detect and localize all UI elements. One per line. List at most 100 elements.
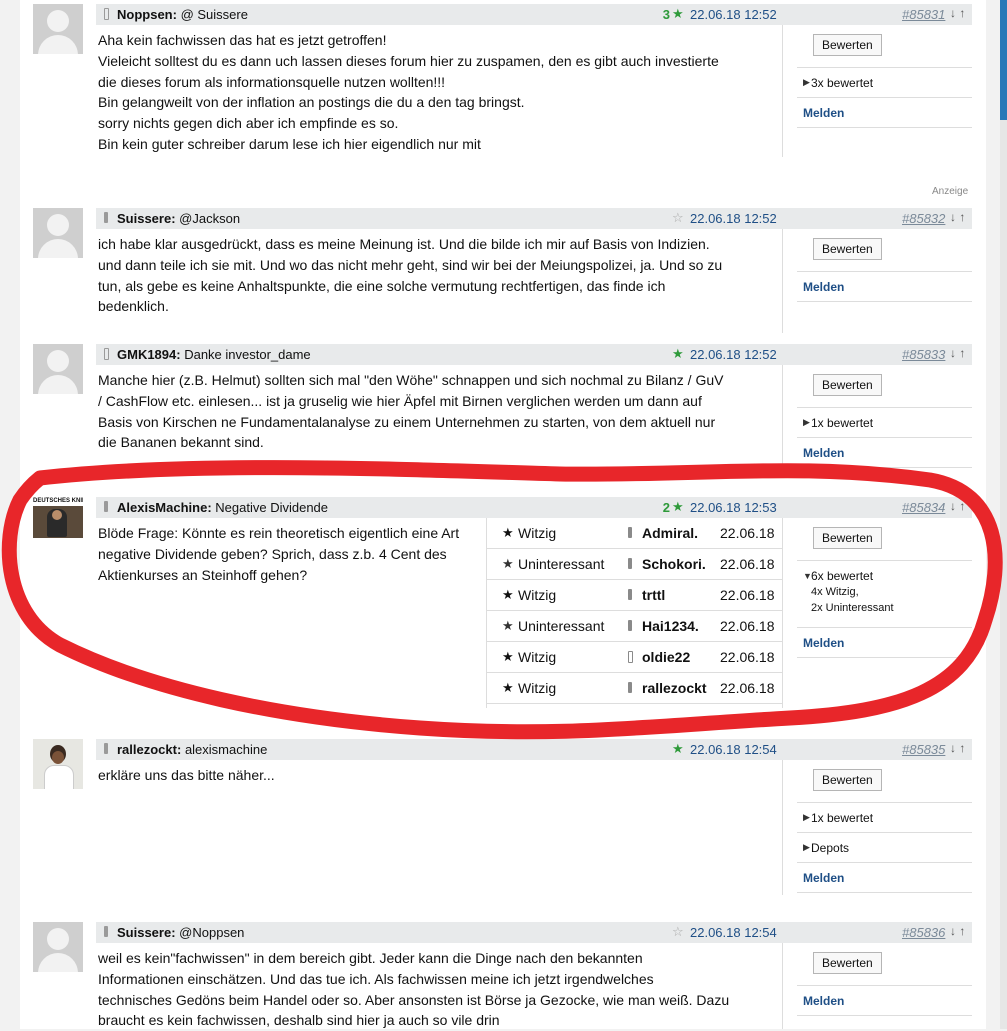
rating-user[interactable]: Hai1234. xyxy=(642,618,699,634)
post-author[interactable]: AlexisMachine: Negative Dividende xyxy=(117,500,328,515)
rate-button[interactable]: Bewerten xyxy=(813,769,882,791)
rated-toggle[interactable]: ▶ 1x bewertet xyxy=(797,803,972,833)
post-body: erkläre uns das bitte näher... xyxy=(98,767,275,783)
post-author[interactable]: GMK1894: Danke investor_dame xyxy=(117,347,311,362)
mobile-icon xyxy=(104,348,109,360)
caret-right-icon: ▶ xyxy=(803,77,810,87)
post-id-link[interactable]: #85832 xyxy=(902,211,945,226)
mobile-icon xyxy=(104,212,108,223)
post-date: 22.06.18 12:52 xyxy=(690,347,777,362)
mobile-icon xyxy=(628,651,633,663)
star-icon: ★ xyxy=(502,649,514,664)
star-icon: ★ xyxy=(672,346,684,361)
rating-user[interactable]: oldie22 xyxy=(642,649,690,665)
post-id-link[interactable]: #85831 xyxy=(902,7,945,22)
rating-row: ★ Witzig trttl 22.06.18 xyxy=(486,580,782,611)
divider xyxy=(782,518,783,708)
caret-right-icon: ▶ xyxy=(803,417,810,427)
post-sidebar: Bewerten ▼ 6x bewertet 4x Witzig, 2x Uni… xyxy=(797,518,972,658)
divider xyxy=(782,229,783,333)
star-icon: ★ xyxy=(502,587,514,602)
post-date: 22.06.18 12:53 xyxy=(690,500,777,515)
nav-arrows[interactable]: ↓ ↑ xyxy=(950,346,965,360)
caret-right-icon: ▶ xyxy=(803,812,810,822)
post-sidebar: Bewerten Melden xyxy=(797,229,972,302)
divider xyxy=(782,25,783,157)
post-author[interactable]: rallezockt: alexismachine xyxy=(117,742,267,757)
post-id-link[interactable]: #85834 xyxy=(902,500,945,515)
nav-arrows[interactable]: ↓ ↑ xyxy=(950,924,965,938)
avatar[interactable] xyxy=(33,344,83,394)
star-icon: ★ xyxy=(502,618,514,633)
post-header: Suissere: @Jackson ☆ 22.06.18 12:52 #858… xyxy=(96,208,972,229)
post-date: 22.06.18 12:54 xyxy=(690,925,777,940)
post-body: weil es kein"fachwissen" in dem bereich … xyxy=(98,950,730,1029)
avatar[interactable] xyxy=(33,4,83,54)
post-date: 22.06.18 12:52 xyxy=(690,7,777,22)
nav-arrows[interactable]: ↓ ↑ xyxy=(950,499,965,513)
post-sidebar: Bewerten Melden xyxy=(797,943,972,1016)
post-header: Suissere: @Noppsen ☆ 22.06.18 12:54 #858… xyxy=(96,922,972,943)
page-scroll-edge xyxy=(1000,0,1007,1029)
avatar[interactable] xyxy=(33,739,83,789)
nav-arrows[interactable]: ↓ ↑ xyxy=(950,6,965,20)
mobile-icon xyxy=(104,8,109,20)
report-link[interactable]: Melden xyxy=(797,628,972,658)
rated-toggle[interactable]: ▶ 1x bewertet xyxy=(797,408,972,438)
ratings-list: ★ Witzig Admiral. 22.06.18 ★ Uninteressant Sc… xyxy=(486,518,782,704)
post-id-link[interactable]: #85833 xyxy=(902,347,945,362)
divider xyxy=(782,365,783,469)
caret-right-icon: ▶ xyxy=(803,842,810,852)
report-link[interactable]: Melden xyxy=(797,98,972,128)
star-outline-icon[interactable]: ☆ xyxy=(672,210,684,226)
avatar[interactable] xyxy=(33,922,83,972)
rating-row: ★ Uninteressant Hai1234. 22.06.18 xyxy=(486,611,782,642)
mobile-icon xyxy=(628,682,632,693)
post-body: Aha kein fachwissen das hat es jetzt get… xyxy=(98,32,719,152)
divider xyxy=(782,760,783,895)
rating-count: 3 xyxy=(662,7,670,22)
report-link[interactable]: Melden xyxy=(797,863,972,893)
avatar[interactable]: DEUTSCHES KNIE xyxy=(33,497,83,547)
rate-button[interactable]: Bewerten xyxy=(813,527,882,549)
depots-toggle[interactable]: ▶ Depots xyxy=(797,833,972,863)
post-id-link[interactable]: #85836 xyxy=(902,925,945,940)
ad-label: Anzeige xyxy=(932,186,969,197)
rate-button[interactable]: Bewerten xyxy=(813,952,882,974)
post-author[interactable]: Suissere: @Jackson xyxy=(117,211,240,226)
star-outline-icon[interactable]: ☆ xyxy=(672,924,684,940)
rate-button[interactable]: Bewerten xyxy=(813,374,882,396)
post-author[interactable]: Noppsen: @ Suissere xyxy=(117,7,248,22)
rate-button[interactable]: Bewerten xyxy=(813,34,882,56)
report-link[interactable]: Melden xyxy=(797,438,972,468)
post-sidebar: Bewerten ▶ 1x bewertet Melden xyxy=(797,365,972,468)
post-header: rallezockt: alexismachine ★ 22.06.18 12:… xyxy=(96,739,972,760)
star-icon: ★ xyxy=(672,499,684,514)
post-body: Blöde Frage: Könnte es rein theoretisch … xyxy=(98,525,460,583)
nav-arrows[interactable]: ↓ ↑ xyxy=(950,210,965,224)
star-icon: ★ xyxy=(672,741,684,756)
post-author[interactable]: Suissere: @Noppsen xyxy=(117,925,244,940)
mobile-icon xyxy=(628,527,632,538)
rating-row: ★ Witzig Admiral. 22.06.18 xyxy=(486,518,782,549)
avatar[interactable] xyxy=(33,208,83,258)
post-header: GMK1894: Danke investor_dame ★ 22.06.18 … xyxy=(96,344,972,365)
rating-row: ★ Witzig rallezockt 22.06.18 xyxy=(486,673,782,704)
rating-user[interactable]: trttl xyxy=(642,587,665,603)
star-icon: ★ xyxy=(502,525,514,540)
star-icon: ★ xyxy=(502,556,514,571)
rated-toggle[interactable]: ▶ 3x bewertet xyxy=(797,68,972,98)
post-id-link[interactable]: #85835 xyxy=(902,742,945,757)
report-link[interactable]: Melden xyxy=(797,986,972,1016)
rating-user[interactable]: Schokori. xyxy=(642,556,706,572)
rated-toggle[interactable]: ▼ 6x bewertet 4x Witzig, 2x Uninteressan… xyxy=(797,561,972,628)
post-body: ich habe klar ausgedrückt, dass es meine… xyxy=(98,236,723,315)
rating-user[interactable]: Admiral. xyxy=(642,525,698,541)
nav-arrows[interactable]: ↓ ↑ xyxy=(950,741,965,755)
rating-user[interactable]: rallezockt xyxy=(642,680,707,696)
mobile-icon xyxy=(628,558,632,569)
rate-button[interactable]: Bewerten xyxy=(813,238,882,260)
report-link[interactable]: Melden xyxy=(797,272,972,302)
post-sidebar: Bewerten ▶ 3x bewertet Melden xyxy=(797,25,972,128)
mobile-icon xyxy=(628,589,632,600)
